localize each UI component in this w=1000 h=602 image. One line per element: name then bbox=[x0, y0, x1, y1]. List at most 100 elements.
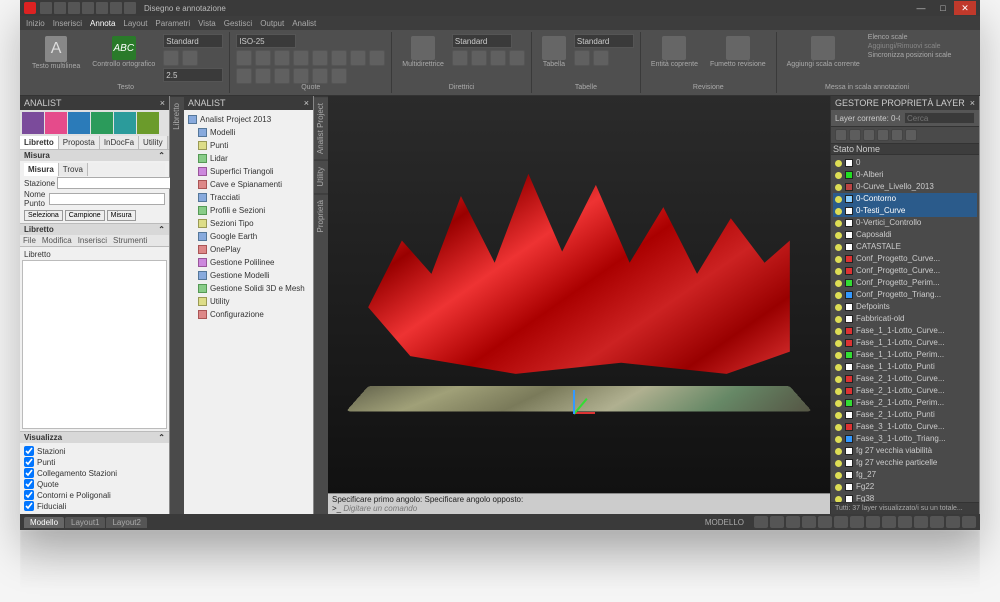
tree-node[interactable]: Lidar bbox=[188, 152, 309, 165]
tree-node[interactable]: Utility bbox=[188, 295, 309, 308]
wipeout-button[interactable]: Entità coprente bbox=[647, 34, 702, 70]
collapse-icon[interactable]: ⌃ bbox=[158, 225, 165, 234]
layer-row[interactable]: Fase_1_1-Lotto_Punti bbox=[833, 361, 977, 373]
layer-row[interactable]: Fase_3_1-Lotto_Triang... bbox=[833, 433, 977, 445]
vis-checkbox[interactable] bbox=[24, 490, 34, 500]
layer-row[interactable]: Fg22 bbox=[833, 481, 977, 493]
menu-item[interactable]: Annota bbox=[90, 19, 115, 28]
color-swatch-icon[interactable] bbox=[845, 159, 853, 167]
color-swatch-icon[interactable] bbox=[845, 327, 853, 335]
color-swatch-icon[interactable] bbox=[845, 231, 853, 239]
menu-item[interactable]: Gestisci bbox=[224, 19, 252, 28]
menu-item[interactable]: Inserisci bbox=[53, 19, 82, 28]
table-button[interactable]: Tabella bbox=[538, 34, 570, 70]
color-swatch-icon[interactable] bbox=[845, 219, 853, 227]
ribbon-button[interactable] bbox=[593, 50, 609, 66]
ribbon-button[interactable] bbox=[471, 50, 487, 66]
tree-root[interactable]: Analist Project 2013 bbox=[188, 113, 309, 126]
color-swatch-icon[interactable] bbox=[845, 255, 853, 263]
sync-scale-button[interactable]: Sincronizza posizioni scale bbox=[868, 52, 952, 59]
tree-node[interactable]: Superfici Triangoli bbox=[188, 165, 309, 178]
menu-item[interactable]: Analist bbox=[292, 19, 316, 28]
visibility-icon[interactable] bbox=[835, 472, 842, 479]
visibility-icon[interactable] bbox=[835, 196, 842, 203]
color-swatch-icon[interactable] bbox=[845, 399, 853, 407]
visibility-icon[interactable] bbox=[835, 364, 842, 371]
color-swatch-icon[interactable] bbox=[845, 303, 853, 311]
maximize-button[interactable]: □ bbox=[932, 1, 954, 15]
palette-button[interactable] bbox=[68, 112, 90, 134]
multileader-button[interactable]: Multidirettrice bbox=[398, 34, 448, 70]
model-canvas[interactable] bbox=[328, 96, 830, 493]
layer-row[interactable]: 0-Alberi bbox=[833, 169, 977, 181]
tree-node[interactable]: Sezioni Tipo bbox=[188, 217, 309, 230]
tab-layout[interactable]: Layout2 bbox=[106, 517, 146, 528]
tab-modello[interactable]: Modello bbox=[24, 517, 64, 528]
scale-list-button[interactable]: Elenco scale bbox=[868, 34, 952, 41]
color-swatch-icon[interactable] bbox=[845, 195, 853, 203]
status-toggle[interactable] bbox=[946, 516, 960, 528]
panel-close-icon[interactable]: × bbox=[970, 98, 975, 108]
campione-button[interactable]: Campione bbox=[65, 210, 105, 221]
visibility-icon[interactable] bbox=[835, 280, 842, 287]
color-swatch-icon[interactable] bbox=[845, 423, 853, 431]
layer-tool-button[interactable] bbox=[849, 129, 861, 141]
layer-row[interactable]: 0-Curve_Livello_2013 bbox=[833, 181, 977, 193]
ribbon-button[interactable] bbox=[574, 50, 590, 66]
tree-node[interactable]: Cave e Spianamenti bbox=[188, 178, 309, 191]
layer-row[interactable]: Conf_Progetto_Triang... bbox=[833, 289, 977, 301]
color-swatch-icon[interactable] bbox=[845, 267, 853, 275]
status-toggle[interactable] bbox=[882, 516, 896, 528]
visibility-icon[interactable] bbox=[835, 232, 842, 239]
menu-item[interactable]: Inizio bbox=[26, 19, 45, 28]
visibility-icon[interactable] bbox=[835, 268, 842, 275]
color-swatch-icon[interactable] bbox=[845, 183, 853, 191]
color-swatch-icon[interactable] bbox=[845, 363, 853, 371]
collapse-icon[interactable]: ⌃ bbox=[158, 151, 165, 160]
visibility-icon[interactable] bbox=[835, 340, 842, 347]
nomepunto-input[interactable] bbox=[49, 193, 165, 205]
command-line[interactable]: Specificare primo angolo: Specificare an… bbox=[328, 493, 830, 514]
tree-node[interactable]: Gestione Polilinee bbox=[188, 256, 309, 269]
layer-row[interactable]: Fabbricati-old bbox=[833, 313, 977, 325]
visibility-icon[interactable] bbox=[835, 316, 842, 323]
status-toggle[interactable] bbox=[786, 516, 800, 528]
table-style-select[interactable] bbox=[574, 34, 634, 48]
text-multiline-button[interactable]: A Testo multilinea bbox=[28, 34, 84, 82]
layer-tool-button[interactable] bbox=[835, 129, 847, 141]
strip-tab[interactable]: Libretto bbox=[170, 96, 184, 136]
qat-button[interactable] bbox=[96, 2, 108, 14]
layer-row[interactable]: Fg38 bbox=[833, 493, 977, 502]
subtab-misura[interactable]: Misura bbox=[24, 163, 59, 176]
libretto-menu[interactable]: File bbox=[23, 236, 36, 245]
layer-row[interactable]: Fase_2_1-Lotto_Curve... bbox=[833, 385, 977, 397]
vis-checkbox[interactable] bbox=[24, 479, 34, 489]
color-swatch-icon[interactable] bbox=[845, 171, 853, 179]
tab-indocfa[interactable]: InDocFa bbox=[100, 136, 139, 149]
tree-node[interactable]: Google Earth bbox=[188, 230, 309, 243]
visibility-icon[interactable] bbox=[835, 172, 842, 179]
layer-row[interactable]: Conf_Progetto_Curve... bbox=[833, 253, 977, 265]
color-swatch-icon[interactable] bbox=[845, 243, 853, 251]
visibility-icon[interactable] bbox=[835, 352, 842, 359]
palette-button[interactable] bbox=[114, 112, 136, 134]
ribbon-button[interactable] bbox=[312, 50, 328, 66]
tree-node[interactable]: Punti bbox=[188, 139, 309, 152]
color-swatch-icon[interactable] bbox=[845, 495, 853, 502]
visibility-icon[interactable] bbox=[835, 208, 842, 215]
status-toggle[interactable] bbox=[930, 516, 944, 528]
color-swatch-icon[interactable] bbox=[845, 459, 853, 467]
ribbon-button[interactable] bbox=[293, 50, 309, 66]
vis-checkbox[interactable] bbox=[24, 501, 34, 511]
ribbon-button[interactable] bbox=[293, 68, 309, 84]
subtab-trova[interactable]: Trova bbox=[59, 163, 88, 176]
status-toggle[interactable] bbox=[850, 516, 864, 528]
tab-proposta[interactable]: Proposta bbox=[59, 136, 100, 149]
layer-row[interactable]: Fase_1_1-Lotto_Curve... bbox=[833, 337, 977, 349]
visibility-icon[interactable] bbox=[835, 220, 842, 227]
ribbon-button[interactable] bbox=[163, 50, 179, 66]
color-swatch-icon[interactable] bbox=[845, 387, 853, 395]
tree-node[interactable]: Modelli bbox=[188, 126, 309, 139]
visibility-icon[interactable] bbox=[835, 256, 842, 263]
layer-row[interactable]: fg 27 vecchie particelle bbox=[833, 457, 977, 469]
